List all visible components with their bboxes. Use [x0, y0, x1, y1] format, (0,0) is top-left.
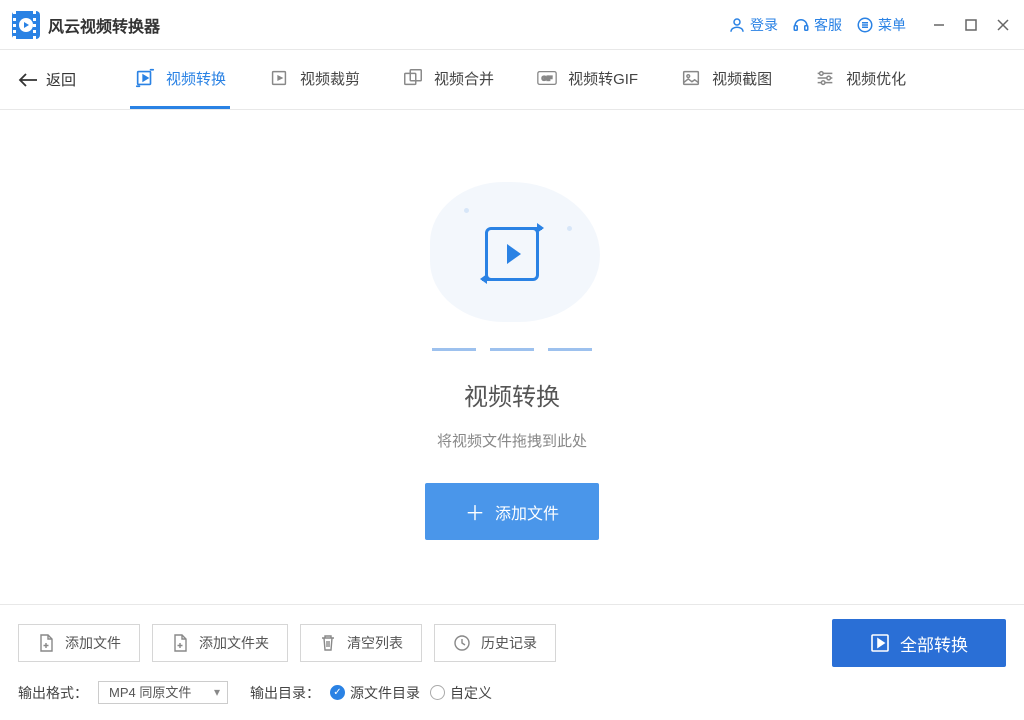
add-file-tool-button[interactable]: 添加文件 — [18, 624, 140, 662]
plus-icon: ＋ — [465, 497, 485, 526]
svg-text:GIF: GIF — [542, 76, 553, 83]
add-file-label: 添加文件 — [495, 500, 559, 524]
convert-all-label: 全部转换 — [900, 631, 968, 656]
tab-label: 视频截图 — [712, 68, 772, 89]
divider-dashes — [432, 348, 592, 351]
back-label: 返回 — [46, 69, 76, 90]
radio-label: 自定义 — [450, 683, 492, 703]
login-label: 登录 — [750, 15, 778, 35]
gif-icon: GIF — [536, 67, 558, 89]
headset-icon — [792, 16, 810, 34]
tab-optimize[interactable]: 视频优化 — [810, 50, 910, 109]
screenshot-icon — [680, 67, 702, 89]
tab-gif[interactable]: GIF 视频转GIF — [532, 50, 642, 109]
tab-label: 视频裁剪 — [300, 68, 360, 89]
radio-source-dir[interactable]: 源文件目录 — [330, 683, 420, 703]
history-icon — [453, 634, 471, 652]
convert-hero-icon — [485, 227, 539, 281]
radio-label: 源文件目录 — [350, 683, 420, 703]
back-button[interactable]: 返回 — [18, 69, 76, 90]
tab-convert[interactable]: 视频转换 — [130, 50, 230, 109]
crop-icon — [268, 67, 290, 89]
main-subtitle: 将视频文件拖拽到此处 — [437, 430, 587, 451]
tab-label: 视频转换 — [166, 68, 226, 89]
file-add-icon — [37, 634, 55, 652]
convert-all-button[interactable]: 全部转换 — [832, 619, 1006, 667]
output-format-select[interactable]: MP4 同原文件 — [98, 681, 228, 704]
main-title: 视频转换 — [464, 377, 560, 412]
optimize-icon — [814, 67, 836, 89]
folder-add-icon — [171, 634, 189, 652]
tab-bar: 返回 视频转换 视频裁剪 视频合并 GIF 视频转GIF 视频截图 视频优化 — [0, 50, 1024, 110]
output-dir-label: 输出目录： — [250, 683, 320, 703]
add-file-button[interactable]: ＋ 添加文件 — [425, 483, 599, 540]
tool-label: 清空列表 — [347, 633, 403, 653]
play-icon — [870, 633, 890, 653]
clear-list-button[interactable]: 清空列表 — [300, 624, 422, 662]
tab-screenshot[interactable]: 视频截图 — [676, 50, 776, 109]
menu-link[interactable]: 菜单 — [856, 15, 906, 35]
support-link[interactable]: 客服 — [792, 15, 842, 35]
menu-icon — [856, 16, 874, 34]
output-format-label: 输出格式： — [18, 683, 88, 703]
app-title: 风云视频转换器 — [48, 13, 160, 37]
tool-label: 添加文件 — [65, 633, 121, 653]
menu-label: 菜单 — [878, 15, 906, 35]
add-folder-tool-button[interactable]: 添加文件夹 — [152, 624, 288, 662]
close-button[interactable] — [994, 16, 1012, 34]
trash-icon — [319, 634, 337, 652]
radio-checked-icon — [330, 685, 345, 700]
tab-label: 视频转GIF — [568, 68, 638, 89]
maximize-button[interactable] — [962, 16, 980, 34]
convert-icon — [134, 67, 156, 89]
bottom-toolbar: 添加文件 添加文件夹 清空列表 历史记录 全部转换 输出格式： — [0, 604, 1024, 720]
tool-label: 添加文件夹 — [199, 633, 269, 653]
tab-crop[interactable]: 视频裁剪 — [264, 50, 364, 109]
radio-custom-dir[interactable]: 自定义 — [430, 683, 492, 703]
radio-unchecked-icon — [430, 685, 445, 700]
login-link[interactable]: 登录 — [728, 15, 778, 35]
app-logo — [12, 11, 40, 39]
merge-icon — [402, 67, 424, 89]
history-button[interactable]: 历史记录 — [434, 624, 556, 662]
support-label: 客服 — [814, 15, 842, 35]
main-dropzone[interactable]: 视频转换 将视频文件拖拽到此处 ＋ 添加文件 — [0, 110, 1024, 604]
tool-label: 历史记录 — [481, 633, 537, 653]
minimize-button[interactable] — [930, 16, 948, 34]
tab-merge[interactable]: 视频合并 — [398, 50, 498, 109]
user-icon — [728, 16, 746, 34]
tab-label: 视频合并 — [434, 68, 494, 89]
hero-illustration — [412, 174, 612, 334]
titlebar: 风云视频转换器 登录 客服 菜单 — [0, 0, 1024, 50]
tab-label: 视频优化 — [846, 68, 906, 89]
